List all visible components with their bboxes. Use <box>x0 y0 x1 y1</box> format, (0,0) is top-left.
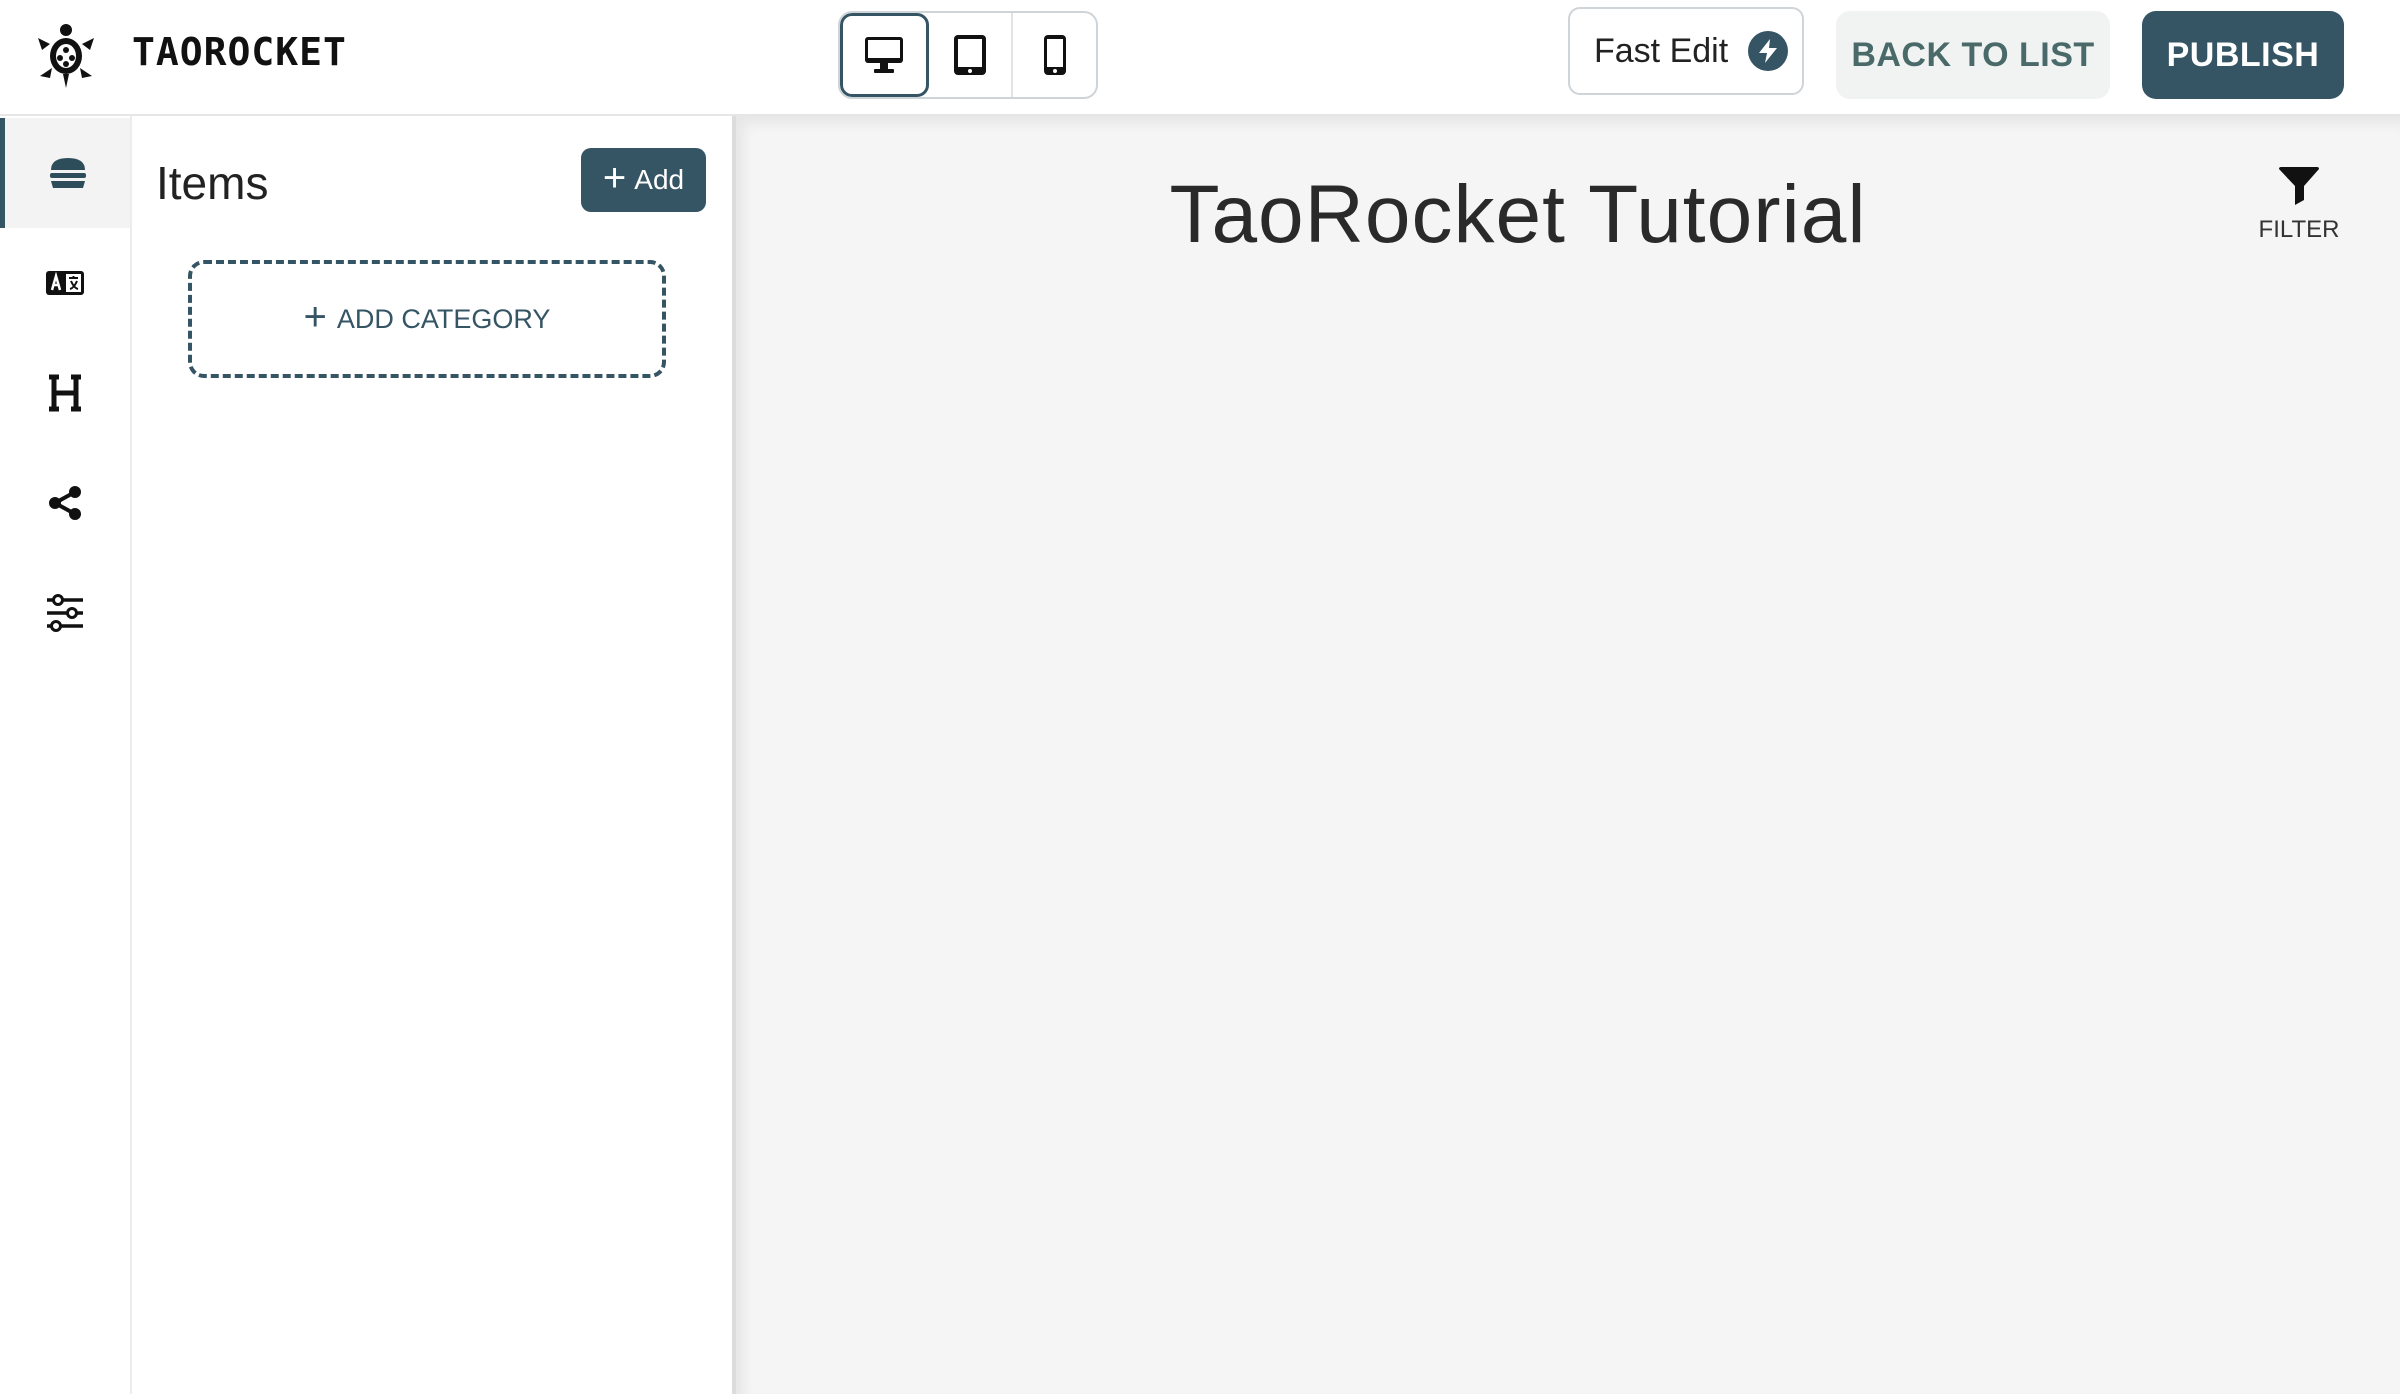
left-icon-rail <box>0 116 132 1394</box>
top-bar: TAOROCKET Fast Edit BACK TO LIST PUBLISH <box>0 0 2400 116</box>
rail-item-settings[interactable] <box>0 558 130 668</box>
plus-icon: + <box>303 295 327 339</box>
sliders-icon <box>47 594 83 632</box>
rail-item-heading[interactable] <box>0 338 130 448</box>
add-category-label: ADD CATEGORY <box>336 303 551 334</box>
panel-title: Items <box>156 157 269 209</box>
menu-preview: TaoRocket Tutorial FILTER <box>732 116 2400 1394</box>
lightning-icon <box>1748 31 1789 71</box>
translate-icon <box>46 271 84 295</box>
mobile-view-button[interactable] <box>1013 13 1096 97</box>
rail-item-share[interactable] <box>0 448 130 558</box>
filter-label: FILTER <box>2258 216 2340 243</box>
filter-icon <box>2279 167 2319 205</box>
plus-icon: + <box>602 156 627 200</box>
rail-item-translation[interactable] <box>0 228 130 338</box>
add-item-button[interactable]: + Add <box>581 148 706 212</box>
desktop-icon <box>865 37 904 73</box>
device-switcher <box>838 11 1098 99</box>
tablet-icon <box>954 35 986 75</box>
heading-icon <box>49 374 81 412</box>
items-panel: Items + Add + ADD CATEGORY <box>132 116 732 1394</box>
share-icon <box>49 486 81 520</box>
brand-name: TAOROCKET <box>132 30 347 74</box>
preview-title: TaoRocket Tutorial <box>1169 169 1867 260</box>
rail-item-menu[interactable] <box>0 118 130 228</box>
filter-button[interactable]: FILTER <box>2244 166 2354 244</box>
add-category-button[interactable]: + ADD CATEGORY <box>188 260 666 378</box>
turtle-logo-icon[interactable] <box>36 20 96 90</box>
mobile-icon <box>1043 35 1066 75</box>
burger-icon <box>49 158 86 188</box>
publish-button[interactable]: PUBLISH <box>2142 11 2344 99</box>
desktop-view-button[interactable] <box>840 13 929 97</box>
back-to-list-button[interactable]: BACK TO LIST <box>1836 11 2110 99</box>
fast-edit-label: Fast Edit <box>1594 31 1729 70</box>
tablet-view-button[interactable] <box>929 13 1014 97</box>
add-label: Add <box>634 164 685 195</box>
fast-edit-button[interactable]: Fast Edit <box>1568 7 1804 95</box>
